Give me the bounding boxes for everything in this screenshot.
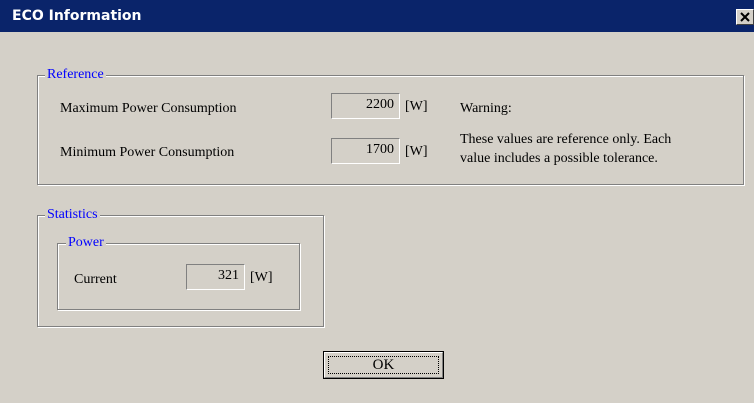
warning-line-2: value includes a possible tolerance.: [460, 151, 658, 166]
close-icon: [740, 12, 750, 22]
ok-button-label: OK: [372, 357, 395, 373]
reference-group: [37, 75, 744, 185]
max-power-unit: [W]: [405, 99, 428, 114]
ok-button[interactable]: OK: [323, 351, 444, 379]
current-power-field: 321: [186, 264, 245, 290]
min-power-field: 1700: [331, 138, 400, 164]
reference-legend: Reference: [45, 67, 106, 83]
title-bar[interactable]: ECO Information: [0, 0, 754, 32]
warning-line-1: These values are reference only. Each: [460, 132, 672, 147]
window-title: ECO Information: [12, 8, 142, 24]
min-power-unit: [W]: [405, 144, 428, 159]
power-legend: Power: [66, 235, 106, 251]
max-power-field: 2200: [331, 93, 400, 119]
max-power-label: Maximum Power Consumption: [60, 101, 237, 116]
statistics-legend: Statistics: [45, 207, 100, 223]
min-power-label: Minimum Power Consumption: [60, 145, 235, 160]
current-power-unit: [W]: [250, 270, 273, 285]
current-power-label: Current: [74, 272, 117, 287]
close-button[interactable]: [736, 9, 754, 25]
eco-information-dialog: ECO Information Reference Maximum Power …: [0, 0, 754, 403]
warning-title: Warning:: [460, 101, 512, 116]
